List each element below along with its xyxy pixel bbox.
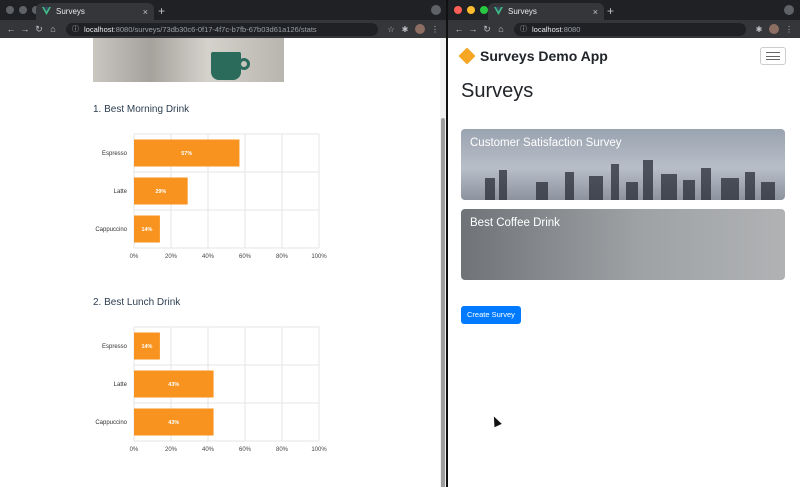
- url-host: localhost: [532, 24, 562, 34]
- address-bar-row: ← → ↻ ⌂ ⓘ localhost:8080/surveys/73db30c…: [0, 20, 446, 38]
- address-bar-row: ← → ↻ ⌂ ⓘ localhost:8080 ✱ ⋮: [448, 20, 800, 38]
- reload-icon[interactable]: ↻: [32, 24, 46, 35]
- forward-icon[interactable]: →: [18, 24, 32, 34]
- lunch-drink-chart: 0% 20% 40% 60% 80% 100% Espresso 14% Latte 43% Cap…: [93, 321, 343, 461]
- x-tick-label: 20%: [165, 447, 178, 453]
- morning-drink-chart: 0% 20% 40% 60% 80% 100% Espresso 57% Latte 29% Cap…: [93, 128, 343, 268]
- minimize-window-button[interactable]: [19, 6, 27, 14]
- avatar[interactable]: [415, 24, 425, 34]
- profile-indicator-icon[interactable]: [784, 5, 794, 15]
- extensions-icon[interactable]: ✱: [752, 25, 766, 34]
- close-tab-icon[interactable]: ×: [593, 7, 598, 17]
- profile-indicator-icon[interactable]: [431, 5, 441, 15]
- scrollbar-thumb[interactable]: [441, 118, 445, 487]
- category-label: Latte: [114, 382, 128, 388]
- create-survey-button[interactable]: Create Survey: [461, 306, 521, 324]
- browser-tab-surveys[interactable]: Surveys ×: [36, 3, 154, 20]
- brand-title[interactable]: Surveys Demo App: [480, 48, 608, 64]
- close-window-button[interactable]: [6, 6, 14, 14]
- survey-card-title: Customer Satisfaction Survey: [470, 137, 622, 149]
- close-window-button[interactable]: [454, 6, 462, 14]
- url-field[interactable]: ⓘ localhost:8080/surveys/73db30c6-0f17-4…: [66, 22, 378, 36]
- survey-hero-image: [93, 38, 284, 82]
- vue-logo-icon: [494, 7, 503, 16]
- reload-icon[interactable]: ↻: [480, 24, 494, 35]
- url-host: localhost: [84, 24, 114, 34]
- window-controls: [454, 6, 488, 14]
- category-label: Latte: [114, 189, 128, 195]
- brand-logo-icon: [458, 47, 476, 65]
- tab-bar: Surveys × +: [0, 0, 446, 20]
- back-icon[interactable]: ←: [4, 24, 18, 34]
- forward-icon[interactable]: →: [466, 24, 480, 34]
- survey-card-best-coffee[interactable]: Best Coffee Drink: [461, 209, 785, 280]
- new-tab-button[interactable]: +: [607, 4, 614, 18]
- data-label: 43%: [168, 420, 179, 426]
- app-navbar: Surveys Demo App: [458, 44, 786, 68]
- question-title: 2. Best Lunch Drink: [93, 297, 181, 308]
- tab-title: Surveys: [508, 7, 537, 16]
- browser-tab-surveys[interactable]: Surveys ×: [488, 3, 604, 20]
- data-label: 43%: [168, 382, 179, 388]
- category-label: Espresso: [102, 344, 128, 350]
- lunch-drink-chart-svg: 0% 20% 40% 60% 80% 100% Espresso 14% Latte 43% Cap…: [95, 326, 327, 453]
- bookmark-star-icon[interactable]: ☆: [384, 25, 398, 34]
- browser-menu-icon[interactable]: ⋮: [428, 25, 442, 34]
- x-tick-label: 60%: [239, 254, 252, 260]
- category-label: Cappuccino: [95, 420, 127, 426]
- navbar-toggle-button[interactable]: [760, 47, 786, 65]
- x-tick-label: 100%: [311, 447, 327, 453]
- zoom-window-button[interactable]: [480, 6, 488, 14]
- stats-page: 1. Best Morning Drink 0% 20% 40% 60% 80% 100%…: [0, 38, 446, 487]
- info-icon[interactable]: ⓘ: [520, 24, 527, 34]
- x-tick-label: 100%: [311, 254, 327, 260]
- data-label: 57%: [181, 151, 192, 157]
- left-browser-window: Surveys × + ← → ↻ ⌂ ⓘ localhost:8080/sur…: [0, 0, 446, 487]
- data-label: 14%: [141, 227, 152, 233]
- right-browser-window: Surveys × + ← → ↻ ⌂ ⓘ localhost:8080 ✱ ⋮…: [448, 0, 800, 487]
- avatar[interactable]: [769, 24, 779, 34]
- tab-bar: Surveys × +: [448, 0, 800, 20]
- info-icon[interactable]: ⓘ: [72, 24, 79, 34]
- x-tick-label: 80%: [276, 254, 289, 260]
- x-tick-label: 40%: [202, 254, 215, 260]
- x-tick-label: 0%: [130, 254, 139, 260]
- survey-card-title: Best Coffee Drink: [470, 217, 560, 229]
- extensions-icon[interactable]: ✱: [398, 25, 412, 34]
- vue-logo-icon: [42, 7, 51, 16]
- browser-menu-icon[interactable]: ⋮: [782, 25, 796, 34]
- url-path: :8080/surveys/73db30c6-0f17-4f7c-b7fb-67…: [113, 24, 317, 34]
- minimize-window-button[interactable]: [467, 6, 475, 14]
- category-label: Cappuccino: [95, 227, 127, 233]
- x-tick-label: 40%: [202, 447, 215, 453]
- url-field[interactable]: ⓘ localhost:8080: [514, 22, 746, 36]
- window-controls: [6, 6, 40, 14]
- x-tick-label: 20%: [165, 254, 178, 260]
- mouse-cursor-icon: [490, 414, 502, 428]
- x-tick-label: 80%: [276, 447, 289, 453]
- question-title: 1. Best Morning Drink: [93, 104, 190, 115]
- x-tick-label: 60%: [239, 447, 252, 453]
- home-icon[interactable]: ⌂: [494, 24, 508, 34]
- survey-card-customer-satisfaction[interactable]: Customer Satisfaction Survey: [461, 129, 785, 200]
- data-label: 29%: [155, 189, 166, 195]
- surveys-page: Surveys Demo App Surveys Customer Satisf…: [448, 38, 800, 487]
- x-tick-label: 0%: [130, 447, 139, 453]
- url-path: :8080: [561, 24, 581, 34]
- home-icon[interactable]: ⌂: [46, 24, 60, 34]
- page-title: Surveys: [461, 80, 534, 102]
- new-tab-button[interactable]: +: [158, 4, 165, 18]
- tab-title: Surveys: [56, 7, 85, 16]
- category-label: Espresso: [102, 151, 128, 157]
- data-label: 14%: [141, 344, 152, 350]
- close-tab-icon[interactable]: ×: [143, 7, 148, 17]
- coffee-mug-icon: [211, 52, 241, 80]
- morning-drink-chart-svg: 0% 20% 40% 60% 80% 100% Espresso 57% Latte 29% Cap…: [95, 133, 327, 260]
- back-icon[interactable]: ←: [452, 24, 466, 34]
- desktop: Surveys × + ← → ↻ ⌂ ⓘ localhost:8080/sur…: [0, 0, 800, 487]
